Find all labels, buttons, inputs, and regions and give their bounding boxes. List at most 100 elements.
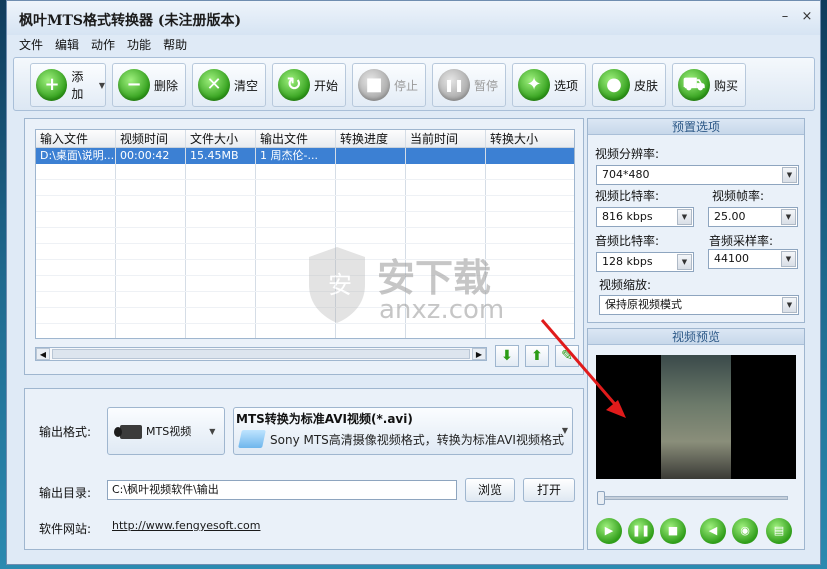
column-header[interactable]: 输出文件 — [256, 130, 336, 147]
stop-icon: ■ — [667, 524, 679, 537]
abitrate-select[interactable]: 128 kbps ▼ — [596, 252, 694, 272]
clear-label: 清空 — [234, 78, 259, 93]
toolbar: + 添加 ▼ − 删除 ✕ 清空 ↻ 开始 ■ 停止 ❚❚ 暂停 ✦ 选项 ● — [13, 57, 815, 111]
chevron-down-icon: ▼ — [782, 167, 797, 183]
start-button[interactable]: ↻ 开始 — [272, 63, 346, 107]
skin-button[interactable]: ● 皮肤 — [592, 63, 666, 107]
edit-button[interactable]: ✎ — [555, 345, 579, 367]
move-down-button[interactable]: ⬇ — [495, 345, 519, 367]
menu-file[interactable]: 文件 — [19, 36, 43, 53]
column-header[interactable]: 文件大小 — [186, 130, 256, 147]
scroll-right-icon[interactable]: ▶ — [472, 348, 486, 360]
play-button[interactable]: ▶ — [596, 518, 622, 544]
play-icon: ▶ — [604, 524, 614, 537]
samplerate-value: 44100 — [714, 252, 749, 265]
chevron-down-icon: ▼ — [782, 297, 797, 313]
volume-button[interactable]: ◀ — [700, 518, 726, 544]
table-row-empty — [36, 212, 574, 228]
table-cell — [116, 260, 186, 275]
pause-button[interactable]: ❚❚ 暂停 — [432, 63, 506, 107]
table-cell — [186, 180, 256, 195]
site-label: 软件网站: — [39, 522, 92, 536]
options-button[interactable]: ✦ 选项 — [512, 63, 586, 107]
seek-slider[interactable] — [597, 491, 788, 505]
svg-text:安: 安 — [328, 271, 352, 299]
pen-icon: ✎ — [561, 348, 573, 364]
options-label: 选项 — [554, 78, 579, 93]
table-cell — [186, 260, 256, 275]
samplerate-select[interactable]: 44100 ▼ — [708, 249, 798, 269]
resolution-select[interactable]: 704*480 ▼ — [596, 165, 799, 185]
options-icon: ✦ — [518, 69, 550, 101]
output-dir-field[interactable]: C:\枫叶视频软件\输出 — [107, 480, 457, 500]
window-title: 枫叶MTS格式转换器 (未注册版本) — [19, 13, 242, 29]
column-header[interactable]: 输入文件 — [36, 130, 116, 147]
stop-button[interactable]: ■ 停止 — [352, 63, 426, 107]
folder-icon: ▤ — [773, 524, 785, 537]
remove-button[interactable]: − 删除 — [112, 63, 186, 107]
table-row[interactable]: D:\桌面\说明... 00:00:42 15.45MB 1 周杰伦-... — [36, 148, 574, 164]
format-select[interactable]: MTS视频 ▼ — [107, 407, 225, 455]
pause-preview-button[interactable]: ❚❚ — [628, 518, 654, 544]
table-cell — [36, 244, 116, 259]
open-button[interactable]: 打开 — [523, 478, 575, 502]
minimize-button[interactable]: – — [777, 9, 793, 25]
skin-icon: ● — [598, 69, 630, 101]
open-folder-button[interactable]: ▤ — [766, 518, 792, 544]
table-cell: D:\桌面\说明... — [36, 148, 116, 164]
table-cell — [116, 292, 186, 307]
table-cell — [36, 308, 116, 323]
table-cell — [186, 212, 256, 227]
fps-label: 视频帧率: — [712, 189, 765, 203]
preview-title: 视频预览 — [588, 329, 804, 345]
table-cell — [116, 244, 186, 259]
menu-action[interactable]: 动作 — [91, 36, 115, 53]
website-link[interactable]: http://www.fengyesoft.com — [112, 519, 261, 532]
buy-label: 购买 — [714, 78, 739, 93]
menu-help[interactable]: 帮助 — [163, 36, 187, 53]
format-detail-select[interactable]: MTS转换为标准AVI视频(*.avi) Sony MTS高清摄像视频格式，转换… — [233, 407, 573, 455]
scroll-left-icon[interactable]: ◀ — [36, 348, 50, 360]
fps-select[interactable]: 25.00 ▼ — [708, 207, 798, 227]
format-label: 输出格式: — [39, 425, 92, 439]
menu-edit[interactable]: 编辑 — [55, 36, 79, 53]
table-row-empty — [36, 180, 574, 196]
arrow-up-icon: ⬆ — [531, 348, 543, 364]
buy-button[interactable]: ⛟ 购买 — [672, 63, 746, 107]
seek-handle[interactable] — [597, 491, 605, 505]
table-cell — [36, 324, 116, 338]
column-header[interactable]: 视频时间 — [116, 130, 186, 147]
table-cell — [116, 196, 186, 211]
table-cell — [256, 180, 336, 195]
video-preview — [596, 355, 796, 479]
close-button[interactable]: × — [799, 9, 815, 25]
fps-value: 25.00 — [714, 210, 746, 223]
clear-icon: ✕ — [198, 69, 230, 101]
browse-button[interactable]: 浏览 — [465, 478, 515, 502]
chevron-down-icon: ▼ — [98, 80, 105, 90]
table-cell — [406, 196, 486, 211]
snapshot-button[interactable]: ◉ — [732, 518, 758, 544]
pause-icon: ❚❚ — [438, 69, 470, 101]
move-up-button[interactable]: ⬆ — [525, 345, 549, 367]
column-header[interactable]: 转换大小 — [486, 130, 574, 147]
table-cell — [406, 212, 486, 227]
stop-preview-button[interactable]: ■ — [660, 518, 686, 544]
abitrate-value: 128 kbps — [602, 255, 653, 268]
scale-select[interactable]: 保持原视频模式 ▼ — [599, 295, 799, 315]
scroll-thumb[interactable] — [52, 349, 470, 359]
column-header[interactable]: 转换进度 — [336, 130, 406, 147]
vbitrate-select[interactable]: 816 kbps ▼ — [596, 207, 694, 227]
table-cell — [336, 164, 406, 179]
remove-label: 删除 — [154, 78, 179, 93]
watermark: 安 安下载 anxz.com — [307, 241, 527, 334]
table-cell — [186, 164, 256, 179]
add-label: 添加 — [71, 70, 84, 101]
table-cell — [186, 276, 256, 291]
clear-button[interactable]: ✕ 清空 — [192, 63, 266, 107]
column-header[interactable]: 当前时间 — [406, 130, 486, 147]
skin-label: 皮肤 — [634, 78, 659, 93]
menu-function[interactable]: 功能 — [127, 36, 151, 53]
add-button[interactable]: + 添加 ▼ — [30, 63, 106, 107]
horizontal-scrollbar[interactable]: ◀ ▶ — [35, 347, 487, 361]
